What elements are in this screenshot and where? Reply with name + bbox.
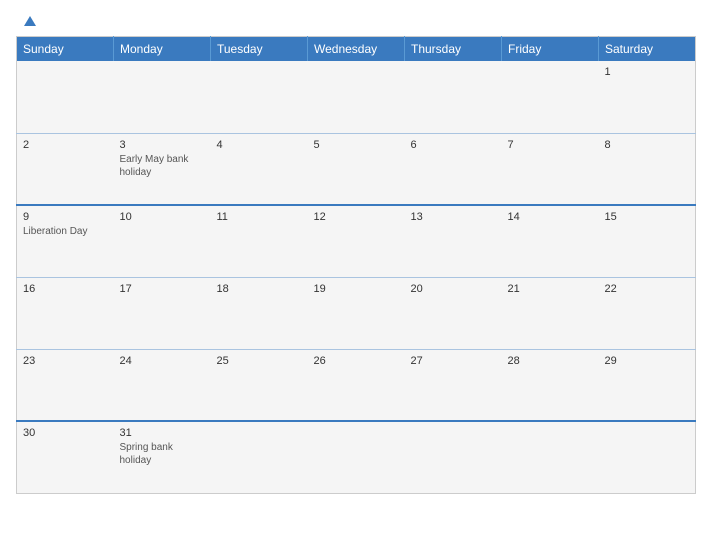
- calendar-day-cell: 23: [17, 349, 114, 421]
- calendar-day-cell: 26: [308, 349, 405, 421]
- calendar-day-cell: 31 Spring bank holiday: [114, 421, 211, 493]
- day-number: 2: [23, 139, 108, 151]
- calendar-day-cell: 11: [211, 205, 308, 277]
- holiday-label: Early May bank holiday: [120, 153, 205, 179]
- holiday-label: Liberation Day: [23, 225, 108, 238]
- weekday-header: Sunday: [17, 37, 114, 62]
- calendar-day-cell: 13: [405, 205, 502, 277]
- calendar-day-cell: [17, 61, 114, 133]
- calendar-day-cell: 25: [211, 349, 308, 421]
- weekday-header: Thursday: [405, 37, 502, 62]
- calendar-day-cell: 5: [308, 133, 405, 205]
- day-number: 21: [508, 283, 593, 295]
- calendar-day-cell: [308, 61, 405, 133]
- logo-blue-text: [20, 16, 36, 26]
- calendar-day-cell: 27: [405, 349, 502, 421]
- calendar-day-cell: [405, 61, 502, 133]
- calendar-week-row: 30 31 Spring bank holiday: [17, 421, 696, 493]
- calendar-day-cell: 24: [114, 349, 211, 421]
- day-number: 10: [120, 211, 205, 223]
- calendar-day-cell: 4: [211, 133, 308, 205]
- day-number: 22: [605, 283, 690, 295]
- weekday-header: Wednesday: [308, 37, 405, 62]
- calendar-day-cell: 21: [502, 277, 599, 349]
- day-number: 12: [314, 211, 399, 223]
- day-number: 30: [23, 427, 108, 439]
- logo-triangle-icon: [24, 16, 36, 26]
- weekday-header: Saturday: [599, 37, 696, 62]
- calendar-week-row: 1: [17, 61, 696, 133]
- calendar-day-cell: 22: [599, 277, 696, 349]
- calendar-week-row: 9 Liberation Day 10 11 12 13 14 15: [17, 205, 696, 277]
- day-number: 5: [314, 139, 399, 151]
- calendar-day-cell: 7: [502, 133, 599, 205]
- calendar-day-cell: [211, 61, 308, 133]
- calendar-day-cell: 18: [211, 277, 308, 349]
- calendar-day-cell: [502, 421, 599, 493]
- day-number: 14: [508, 211, 593, 223]
- calendar-header: [16, 16, 696, 26]
- calendar-day-cell: [308, 421, 405, 493]
- calendar-day-cell: [599, 421, 696, 493]
- day-number: 16: [23, 283, 108, 295]
- day-number: 8: [605, 139, 690, 151]
- calendar-header-row: SundayMondayTuesdayWednesdayThursdayFrid…: [17, 37, 696, 62]
- day-number: 17: [120, 283, 205, 295]
- calendar-day-cell: 9 Liberation Day: [17, 205, 114, 277]
- day-number: 26: [314, 355, 399, 367]
- calendar-day-cell: [114, 61, 211, 133]
- day-number: 29: [605, 355, 690, 367]
- calendar-day-cell: 3 Early May bank holiday: [114, 133, 211, 205]
- logo: [20, 16, 36, 26]
- day-number: 28: [508, 355, 593, 367]
- day-number: 23: [23, 355, 108, 367]
- day-number: 11: [217, 211, 302, 223]
- calendar-day-cell: 14: [502, 205, 599, 277]
- day-number: 13: [411, 211, 496, 223]
- day-number: 1: [605, 66, 690, 78]
- day-number: 20: [411, 283, 496, 295]
- calendar-day-cell: [211, 421, 308, 493]
- calendar-day-cell: 20: [405, 277, 502, 349]
- day-number: 6: [411, 139, 496, 151]
- weekday-header: Friday: [502, 37, 599, 62]
- calendar-day-cell: 16: [17, 277, 114, 349]
- calendar-day-cell: [405, 421, 502, 493]
- calendar-day-cell: 12: [308, 205, 405, 277]
- day-number: 3: [120, 139, 205, 151]
- day-number: 15: [605, 211, 690, 223]
- day-number: 25: [217, 355, 302, 367]
- day-number: 19: [314, 283, 399, 295]
- day-number: 31: [120, 427, 205, 439]
- calendar-day-cell: 28: [502, 349, 599, 421]
- calendar-day-cell: [502, 61, 599, 133]
- day-number: 27: [411, 355, 496, 367]
- calendar-table: SundayMondayTuesdayWednesdayThursdayFrid…: [16, 36, 696, 494]
- calendar-day-cell: 19: [308, 277, 405, 349]
- day-number: 9: [23, 211, 108, 223]
- weekday-header: Tuesday: [211, 37, 308, 62]
- calendar-week-row: 23 24 25 26 27 28 29: [17, 349, 696, 421]
- calendar-day-cell: 2: [17, 133, 114, 205]
- holiday-label: Spring bank holiday: [120, 441, 205, 467]
- calendar-day-cell: 8: [599, 133, 696, 205]
- calendar-week-row: 23 Early May bank holiday 45678: [17, 133, 696, 205]
- calendar-day-cell: 6: [405, 133, 502, 205]
- calendar-week-row: 16 17 18 19 20 21 22: [17, 277, 696, 349]
- calendar-day-cell: 29: [599, 349, 696, 421]
- calendar-day-cell: 10: [114, 205, 211, 277]
- calendar-body: 123Early May bank holiday456789Liberatio…: [17, 61, 696, 493]
- weekday-header: Monday: [114, 37, 211, 62]
- calendar-day-cell: 17: [114, 277, 211, 349]
- calendar-day-cell: 15: [599, 205, 696, 277]
- day-number: 18: [217, 283, 302, 295]
- day-number: 24: [120, 355, 205, 367]
- day-number: 7: [508, 139, 593, 151]
- calendar-day-cell: 1: [599, 61, 696, 133]
- day-number: 4: [217, 139, 302, 151]
- calendar-day-cell: 30: [17, 421, 114, 493]
